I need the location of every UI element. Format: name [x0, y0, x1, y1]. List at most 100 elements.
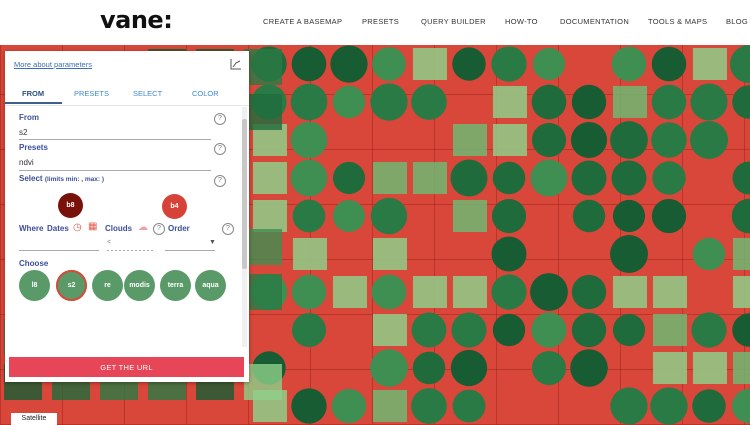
pivot-field [450, 349, 488, 387]
rect-field [253, 200, 287, 232]
pivot-field [692, 389, 726, 423]
pivot-field [692, 237, 726, 271]
pivot-field [332, 161, 366, 195]
pivot-field [571, 160, 607, 196]
pivot-field [530, 159, 568, 197]
pivot-field [610, 235, 648, 273]
from-label: From [19, 113, 39, 122]
pivot-field [571, 312, 607, 348]
pivot-field [332, 85, 366, 119]
band-b8-button[interactable]: b8 [58, 193, 83, 218]
pivot-field [491, 274, 527, 310]
pivot-field [570, 121, 608, 159]
chevron-down-icon[interactable]: ▼ [209, 239, 216, 246]
presets-help-icon[interactable]: ? [214, 143, 226, 155]
pivot-field [290, 121, 328, 159]
parameters-panel: More about parameters FROM PRESETS SELEC… [5, 51, 249, 382]
pivot-field [731, 388, 750, 424]
pivot-field [370, 349, 408, 387]
order-help-icon[interactable]: ? [222, 223, 234, 235]
cloud-icon[interactable]: ☁ [138, 222, 148, 233]
rect-field [373, 390, 407, 422]
nav-documentation[interactable]: DOCUMENTATION [560, 17, 629, 26]
where-dates-input[interactable] [19, 250, 99, 251]
satellite-aqua-button[interactable]: aqua [195, 270, 226, 301]
band-b4-button[interactable]: b4 [162, 194, 187, 219]
select-label: Select (limits min: , max: ) [19, 174, 104, 183]
pivot-field [370, 83, 408, 121]
satellite-terra-button[interactable]: terra [160, 270, 191, 301]
pivot-field [652, 161, 686, 195]
dates-label: Dates [47, 224, 69, 233]
satellite-l8-button[interactable]: l8 [19, 270, 50, 301]
top-navigation-bar: vane: CREATE A BASEMAP PRESETS QUERY BUI… [0, 0, 750, 45]
pivot-field [610, 387, 648, 425]
pivot-field [611, 46, 647, 82]
get-the-url-button[interactable]: GET THE URL [9, 357, 244, 377]
clouds-help-icon[interactable]: ? [153, 223, 165, 235]
rect-field [413, 276, 447, 308]
presets-input-underline [19, 170, 211, 171]
satellite-re-button[interactable]: re [92, 270, 123, 301]
nav-tools-maps[interactable]: TOOLS & MAPS [648, 17, 707, 26]
pivot-field [371, 274, 407, 310]
rect-field [693, 48, 727, 80]
select-help-icon[interactable]: ? [214, 175, 226, 187]
pivot-field [492, 161, 526, 195]
nav-presets[interactable]: PRESETS [362, 17, 399, 26]
pivot-field [571, 84, 607, 120]
rect-field [453, 276, 487, 308]
tab-from[interactable]: FROM [22, 89, 44, 98]
pivot-field [291, 274, 327, 310]
vane-logo[interactable]: vane: [100, 6, 173, 34]
pivot-field [530, 273, 568, 311]
presets-input[interactable]: ndvi [19, 158, 34, 167]
panel-scrollbar-thumb[interactable] [242, 119, 247, 269]
rect-field [244, 274, 282, 310]
rect-field [373, 238, 407, 270]
rect-field [373, 162, 407, 194]
clock-icon[interactable]: ◷ [73, 222, 82, 233]
pivot-field [731, 198, 750, 234]
pivot-field [411, 388, 447, 424]
rect-field [493, 124, 527, 156]
nav-how-to[interactable]: HOW-TO [505, 17, 538, 26]
rect-field [244, 229, 282, 265]
satellite-s2-button[interactable]: s2 [56, 270, 87, 301]
tab-color[interactable]: COLOR [192, 89, 219, 98]
pivot-field [372, 47, 406, 81]
rect-field [613, 86, 647, 118]
nav-blog[interactable]: BLOG [726, 17, 748, 26]
pivot-field [492, 313, 526, 347]
rect-field [293, 238, 327, 270]
rect-field [653, 314, 687, 346]
tab-select[interactable]: SELECT [133, 89, 162, 98]
pivot-field [491, 46, 527, 82]
dates-input[interactable]: < [107, 239, 111, 246]
pivot-field [331, 388, 367, 424]
more-about-parameters-link[interactable]: More about parameters [14, 60, 92, 69]
pivot-field [531, 122, 567, 158]
pivot-field [531, 312, 567, 348]
from-help-icon[interactable]: ? [214, 113, 226, 125]
satellite-modis-button[interactable]: modis [124, 270, 155, 301]
pivot-field [732, 313, 750, 347]
rect-field [244, 364, 282, 400]
pivot-field [491, 198, 527, 234]
satellite-layer-toggle[interactable]: Satellite [11, 413, 57, 425]
active-tab-indicator [5, 102, 62, 104]
nav-query-builder[interactable]: QUERY BUILDER [421, 17, 486, 26]
from-tab-content: From ? s2 Presets ? ndvi Select (limits … [5, 107, 249, 347]
tab-presets[interactable]: PRESETS [74, 89, 109, 98]
pivot-field [732, 161, 750, 195]
calendar-icon[interactable]: ▦ [88, 221, 97, 232]
order-select[interactable] [165, 250, 215, 251]
chart-icon[interactable] [230, 58, 242, 70]
pivot-field [332, 199, 366, 233]
where-label: Where [19, 224, 44, 233]
from-input[interactable]: s2 [19, 128, 27, 137]
rect-field [493, 86, 527, 118]
nav-create-basemap[interactable]: CREATE A BASEMAP [263, 17, 342, 26]
rect-field [453, 200, 487, 232]
from-input-underline [19, 139, 211, 140]
